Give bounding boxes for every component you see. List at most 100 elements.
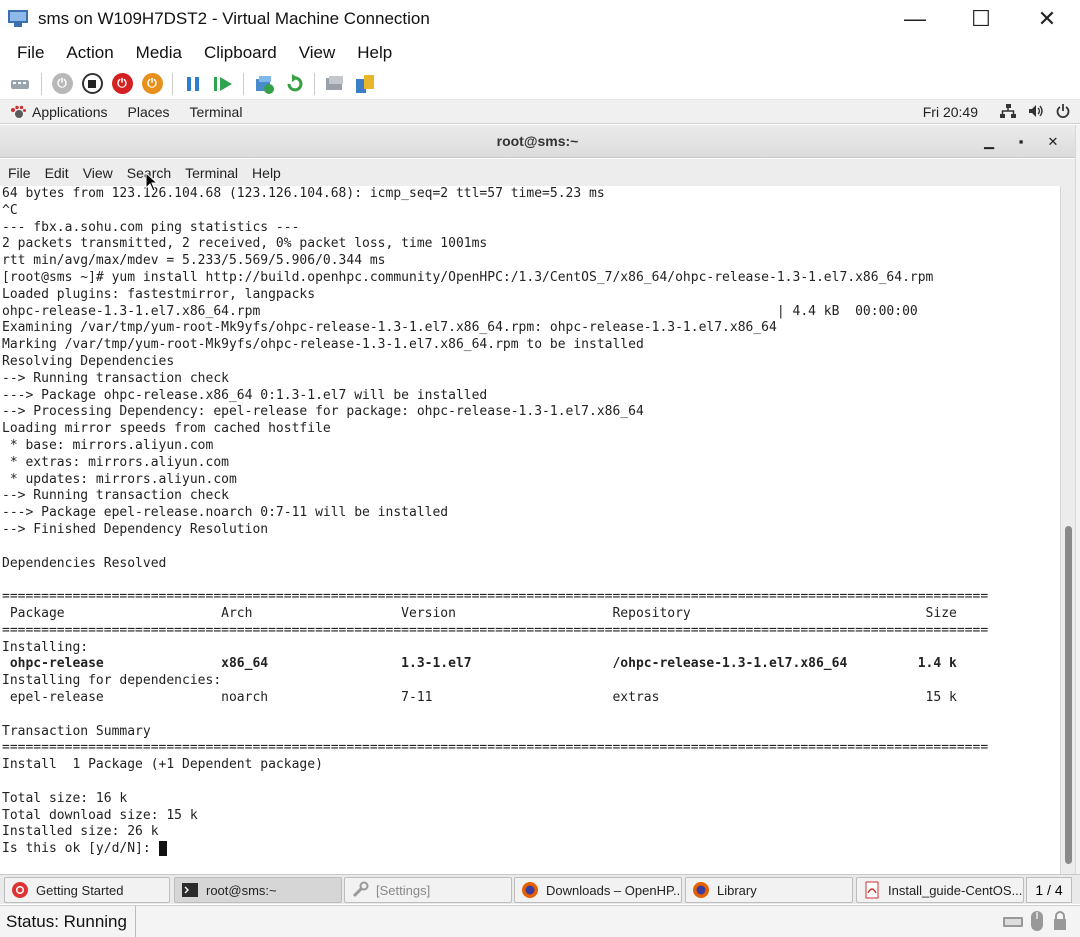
- terminal-line: Marking /var/tmp/yum-root-Mk9yfs/ohpc-re…: [2, 337, 644, 353]
- terminal-line: Examining /var/tmp/yum-root-Mk9yfs/ohpc-…: [2, 320, 777, 336]
- share-icon[interactable]: [353, 72, 377, 96]
- vm-menubar: File Action Media Clipboard View Help: [0, 38, 1080, 68]
- checkpoint-icon[interactable]: [252, 72, 276, 96]
- terminal-line: * extras: mirrors.aliyun.com: [2, 454, 229, 470]
- vm-toolbar: ⏻ ⏻ ⏻: [0, 68, 1080, 100]
- gnome-top-panel: Applications Places Terminal Fri 20:49: [0, 100, 1080, 124]
- terminal-line: Dependencies Resolved: [2, 555, 167, 571]
- terminal-line: Total download size: 15 k: [2, 807, 198, 823]
- terminal-line: Package Arch Version Repository Size: [2, 606, 957, 621]
- resume-icon[interactable]: [211, 72, 235, 96]
- task-getting-started[interactable]: Getting Started: [4, 877, 170, 903]
- terminal-line: Installing:: [2, 639, 89, 655]
- terminal-line: Loaded plugins: fastestmirror, langpacks: [2, 286, 316, 302]
- terminal-line: --> Finished Dependency Resolution: [2, 522, 269, 537]
- revert-icon[interactable]: [282, 72, 306, 96]
- applications-menu[interactable]: Applications: [0, 104, 118, 120]
- status-text: Status: Running: [0, 905, 136, 937]
- menu-clipboard[interactable]: Clipboard: [193, 43, 288, 63]
- power-icon[interactable]: [1056, 103, 1070, 121]
- terminal-menu-view[interactable]: View: [76, 165, 120, 181]
- keyboard-icon: [1003, 917, 1023, 927]
- pause-icon[interactable]: [181, 72, 205, 96]
- gnome-foot-icon: [11, 105, 26, 118]
- terminal-line: Resolving Dependencies: [2, 354, 175, 369]
- terminal-menubar: File Edit View Search Terminal Help: [0, 159, 1075, 186]
- terminal-minimize-button[interactable]: ▁: [973, 134, 1005, 150]
- terminal-line: * updates: mirrors.aliyun.com: [2, 471, 237, 487]
- shut-down-icon[interactable]: ⏻: [110, 72, 134, 96]
- terminal-line: Install 1 Package (+1 Dependent package): [2, 757, 323, 773]
- terminal-line: ========================================…: [2, 622, 989, 638]
- settings-icon: [352, 881, 369, 898]
- terminal-line: Is this ok [y/d/N]:: [2, 841, 167, 858]
- terminal-line: ---> Package ohpc-release.x86_64 0:1.3-1…: [2, 387, 488, 403]
- terminal-titlebar: root@sms:~ ▁ ▪ ✕: [0, 125, 1075, 158]
- turn-off-icon[interactable]: [80, 72, 104, 96]
- terminal-line: ohpc-release x86_64 1.3-1.el7 /ohpc-rele…: [2, 656, 957, 672]
- save-icon[interactable]: ⏻: [140, 72, 164, 96]
- terminal-line: [root@sms ~]# yum install http://build.o…: [2, 270, 934, 285]
- terminal-output[interactable]: 64 bytes from 123.126.104.68 (123.126.10…: [0, 186, 1060, 874]
- close-button[interactable]: ✕: [1014, 0, 1080, 38]
- terminal-line: 2 packets transmitted, 2 received, 0% pa…: [2, 236, 488, 252]
- task-terminal[interactable]: root@sms:~: [174, 877, 342, 903]
- network-icon[interactable]: [1000, 103, 1016, 121]
- menu-file[interactable]: File: [6, 43, 55, 63]
- terminal-line: ^C: [2, 202, 18, 218]
- terminal-close-button[interactable]: ✕: [1037, 134, 1069, 150]
- task-firefox-library[interactable]: Library: [685, 877, 853, 903]
- terminal-menu-file[interactable]: File: [1, 165, 38, 181]
- terminal-line: ohpc-release-1.3-1.el7.x86_64.rpm | 4.4 …: [2, 303, 918, 319]
- ctrl-alt-del-icon[interactable]: [9, 72, 33, 96]
- window-title: sms on W109H7DST2 - Virtual Machine Conn…: [38, 9, 430, 28]
- places-menu[interactable]: Places: [118, 104, 180, 120]
- terminal-scrollbar[interactable]: [1060, 186, 1075, 874]
- vm-connection-icon: [8, 10, 30, 28]
- lock-icon: [1054, 911, 1066, 930]
- terminal-line: ========================================…: [2, 740, 989, 756]
- terminal-line: rtt min/avg/max/mdev = 5.233/5.569/5.906…: [2, 253, 386, 269]
- volume-icon[interactable]: [1028, 104, 1044, 121]
- start-icon[interactable]: ⏻: [50, 72, 74, 96]
- maximize-button[interactable]: ☐: [948, 0, 1014, 38]
- mouse-icon: [1031, 911, 1043, 931]
- workspace-pager[interactable]: 1 / 4: [1026, 877, 1072, 903]
- terminal-menu-terminal[interactable]: Terminal: [178, 165, 245, 181]
- terminal-line: --> Running transaction check: [2, 370, 229, 386]
- terminal-title: root@sms:~: [496, 133, 579, 149]
- menu-help[interactable]: Help: [346, 43, 403, 63]
- minimize-button[interactable]: —: [882, 0, 948, 38]
- terminal-line: Total size: 16 k: [2, 790, 128, 806]
- terminal-line: Loading mirror speeds from cached hostfi…: [2, 421, 331, 437]
- gnome-window-list: Getting Started root@sms:~ [Settings] Do…: [0, 874, 1080, 904]
- enhanced-session-icon[interactable]: [323, 72, 347, 96]
- terminal-line: * base: mirrors.aliyun.com: [2, 438, 214, 453]
- terminal-cursor: [158, 841, 167, 857]
- terminal-menu-edit[interactable]: Edit: [38, 165, 76, 181]
- clock[interactable]: Fri 20:49: [923, 104, 978, 120]
- menu-view[interactable]: View: [288, 43, 347, 63]
- firefox-icon: [693, 882, 709, 898]
- terminal-menu-help[interactable]: Help: [245, 165, 288, 181]
- menu-action[interactable]: Action: [55, 43, 124, 63]
- terminal-app-menu[interactable]: Terminal: [180, 104, 253, 120]
- firefox-icon: [522, 882, 538, 898]
- task-pdf-install-guide[interactable]: Install_guide-CentOS...: [856, 877, 1024, 903]
- pdf-icon: [865, 881, 879, 899]
- terminal-line: --> Processing Dependency: epel-release …: [2, 404, 644, 420]
- help-icon: [12, 882, 28, 898]
- scrollbar-thumb[interactable]: [1065, 526, 1072, 864]
- terminal-line: Installed size: 26 k: [2, 824, 159, 840]
- terminal-maximize-button[interactable]: ▪: [1005, 134, 1037, 149]
- menu-media[interactable]: Media: [125, 43, 193, 63]
- terminal-line: ========================================…: [2, 589, 989, 605]
- terminal-line: epel-release noarch 7-11 extras 15 k: [2, 690, 957, 705]
- terminal-line: ---> Package epel-release.noarch 0:7-11 …: [2, 505, 449, 521]
- mouse-cursor-icon: [145, 172, 159, 192]
- terminal-line: --- fbx.a.sohu.com ping statistics ---: [2, 219, 300, 235]
- task-settings[interactable]: [Settings]: [344, 877, 512, 903]
- task-firefox-downloads[interactable]: Downloads – OpenHP...: [514, 877, 682, 903]
- terminal-line: Installing for dependencies:: [2, 673, 222, 689]
- terminal-line: --> Running transaction check: [2, 488, 229, 504]
